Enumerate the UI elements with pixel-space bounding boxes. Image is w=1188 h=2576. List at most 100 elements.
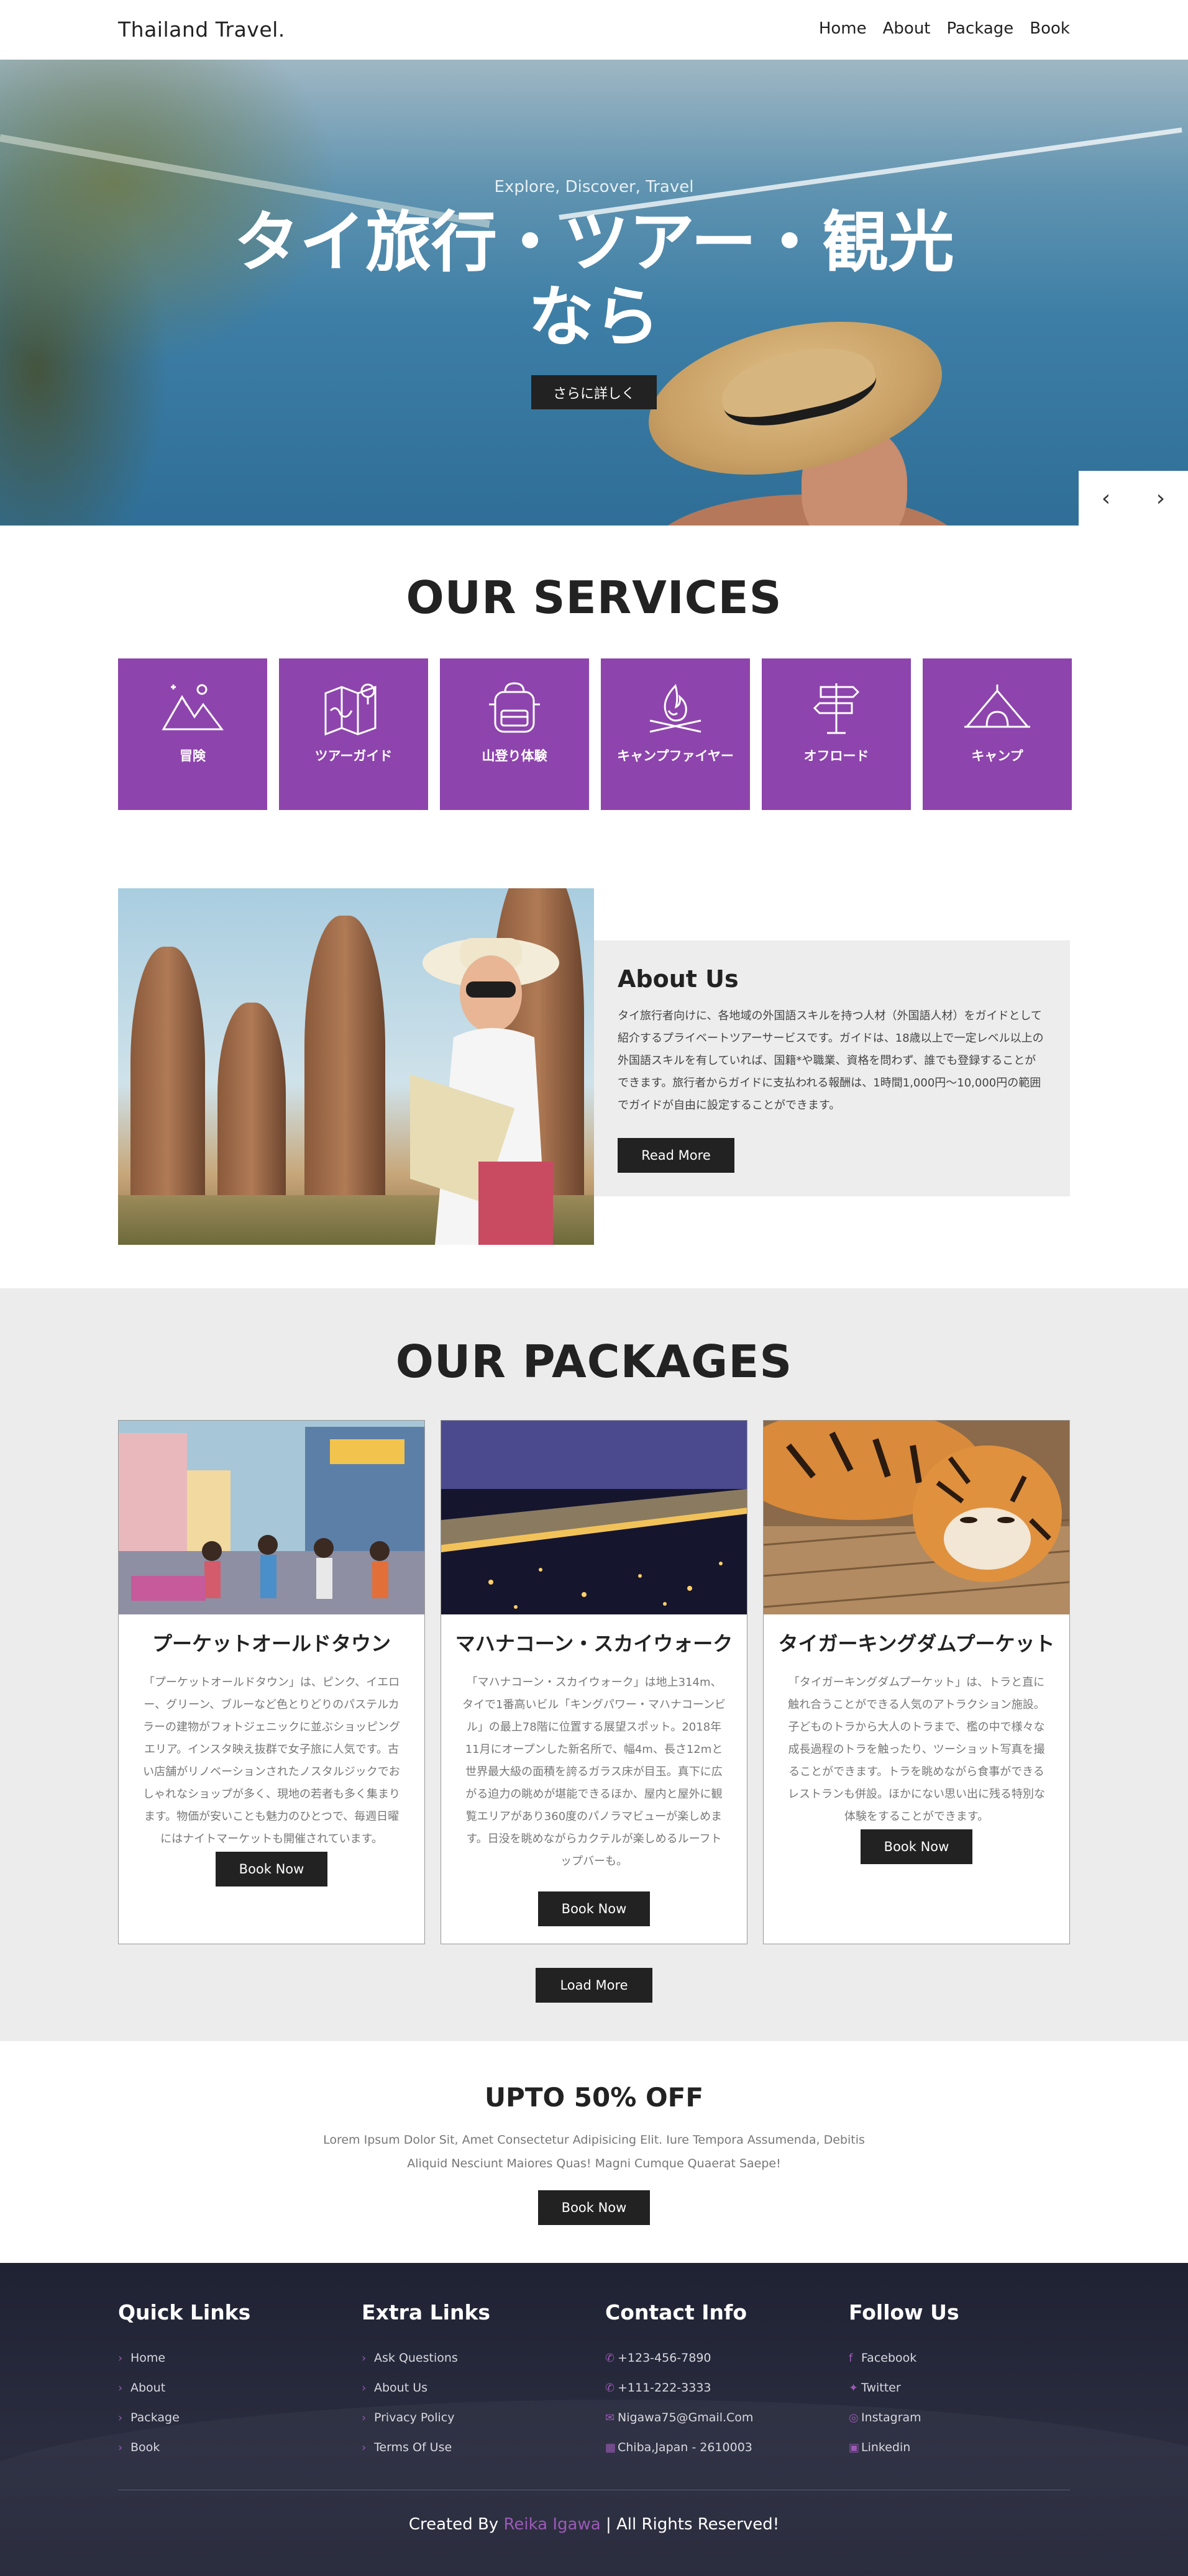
package-card-mahanakhon-skywalk: マハナコーン・スカイウォーク 「マハナコーン・スカイウォーク」は地上314m、タ… xyxy=(441,1420,747,1944)
social-label: Linkedin xyxy=(861,2441,911,2454)
about-heading: About Us xyxy=(618,965,739,993)
contact-text: +111-222-3333 xyxy=(618,2381,711,2395)
main-nav: Home About Package Book xyxy=(819,19,1070,38)
linkedin-icon: ▣ xyxy=(849,2441,860,2454)
footer-link-label: Package xyxy=(130,2411,180,2424)
package-description: 「プーケットオールドタウン」は、ピンク、イエロー、グリーン、ブルーなど色とりどり… xyxy=(143,1676,400,1846)
package-description: 「タイガーキングダムプーケット」は、トラと直に触れ合うことができる人気のアトラク… xyxy=(788,1676,1045,1823)
social-label: Twitter xyxy=(861,2381,901,2395)
social-link-facebook[interactable]: f Facebook xyxy=(849,2343,1066,2373)
chevron-right-icon: › xyxy=(362,2381,367,2395)
hero-learn-more-button[interactable]: さらに詳しく xyxy=(531,375,657,409)
offer-heading: UPTO 50% OFF xyxy=(484,2082,704,2113)
contact-address[interactable]: ▦ Chiba,Japan - 2610003 xyxy=(605,2433,823,2462)
nav-link-home[interactable]: Home xyxy=(819,19,867,38)
hero-subtitle: Explore, Discover, Travel xyxy=(494,178,694,196)
footer-link-package[interactable]: › Package xyxy=(118,2403,336,2433)
footer-link-label: Home xyxy=(130,2351,166,2365)
map-icon: ▦ xyxy=(605,2441,616,2454)
footer-link-book[interactable]: › Book xyxy=(118,2433,336,2462)
nav-link-book[interactable]: Book xyxy=(1030,19,1070,38)
slider-prev-button[interactable]: ‹ xyxy=(1079,471,1133,526)
hero-title: タイ旅行・ツアー・観光なら xyxy=(234,204,954,355)
contact-text: Nigawa75@Gmail.Com xyxy=(618,2411,754,2424)
envelope-icon: ✉ xyxy=(605,2411,615,2424)
social-link-linkedin[interactable]: ▣ Linkedin xyxy=(849,2433,1066,2462)
packages-heading: OUR PACKAGES xyxy=(395,1336,793,1388)
about-description: タイ旅行者向けに、各地域の外国語スキルを持つ人材（外国語人材）をガイドとして紹介… xyxy=(618,1009,1044,1112)
twitter-icon: ✦ xyxy=(849,2381,859,2395)
book-now-button[interactable]: Book Now xyxy=(538,1891,650,1926)
chevron-right-icon: › xyxy=(362,2351,367,2365)
credit-author-link[interactable]: Reika Igawa xyxy=(503,2515,600,2534)
footer-heading: Extra Links xyxy=(362,2300,491,2324)
site-logo[interactable]: Thailand Travel. xyxy=(118,17,285,42)
social-link-twitter[interactable]: ✦ Twitter xyxy=(849,2373,1066,2403)
traveler-photo xyxy=(410,938,559,1245)
chevron-right-icon: › xyxy=(362,2411,367,2424)
service-card-camp[interactable]: キャンプ xyxy=(923,658,1072,810)
service-card-hiking[interactable]: 山登り体験 xyxy=(440,658,589,810)
book-now-button[interactable]: Book Now xyxy=(216,1852,327,1886)
facebook-icon: f xyxy=(849,2351,853,2365)
footer-link-about[interactable]: › About xyxy=(118,2373,336,2403)
offer-book-now-button[interactable]: Book Now xyxy=(538,2190,650,2225)
instagram-icon: ◎ xyxy=(849,2411,859,2424)
footer-link-label: About xyxy=(130,2381,166,2395)
book-now-button[interactable]: Book Now xyxy=(861,1829,972,1864)
nav-link-package[interactable]: Package xyxy=(947,19,1014,38)
package-description: 「マハナコーン・スカイウォーク」は地上314m、タイで1番高いビル「キングパワー… xyxy=(462,1676,726,1868)
packages-section: OUR PACKAGES プーケットオールドタウン 「プーケットオールドタウン」… xyxy=(0,1288,1188,2041)
footer-link-ask-questions[interactable]: › Ask Questions xyxy=(362,2343,579,2373)
load-more-button[interactable]: Load More xyxy=(536,1968,652,2003)
social-label: Instagram xyxy=(861,2411,921,2424)
contact-email[interactable]: ✉ Nigawa75@Gmail.Com xyxy=(605,2403,823,2433)
footer-heading: Quick Links xyxy=(118,2300,251,2324)
chevron-right-icon: › xyxy=(362,2441,367,2454)
service-card-campfire[interactable]: キャンプファイヤー xyxy=(601,658,750,810)
chevron-right-icon: › xyxy=(118,2381,123,2395)
map-icon xyxy=(324,683,377,735)
about-panel: About Us タイ旅行者向けに、各地域の外国語スキルを持つ人材（外国語人材）… xyxy=(594,940,1070,1196)
credit-prefix: Created By xyxy=(408,2515,499,2534)
footer-link-label: Terms Of Use xyxy=(374,2441,452,2454)
service-label: 山登り体験 xyxy=(482,749,547,763)
footer-credit: Created By Reika Igawa | All Rights Rese… xyxy=(0,2515,1188,2534)
service-card-offroad[interactable]: オフロード xyxy=(762,658,911,810)
contact-phone-2[interactable]: ✆ +111-222-3333 xyxy=(605,2373,823,2403)
contact-phone-1[interactable]: ✆ +123-456-7890 xyxy=(605,2343,823,2373)
slider-next-button[interactable]: › xyxy=(1133,471,1188,526)
footer-heading: Contact Info xyxy=(605,2300,747,2324)
temple-tower xyxy=(304,916,385,1208)
contact-text: +123-456-7890 xyxy=(618,2351,711,2365)
service-label: キャンプ xyxy=(971,749,1023,763)
nav-link-about[interactable]: About xyxy=(883,19,931,38)
package-title: タイガーキングダムプーケット xyxy=(778,1632,1055,1655)
footer-link-privacy-policy[interactable]: › Privacy Policy xyxy=(362,2403,579,2433)
backpack-icon xyxy=(489,682,540,733)
temple-tower xyxy=(130,947,205,1208)
footer-contact-info: Contact Info ✆ +123-456-7890 ✆ +111-222-33… xyxy=(605,2300,823,2462)
signpost-icon xyxy=(813,683,860,734)
site-header: Thailand Travel. Home About Package Book xyxy=(0,0,1188,60)
footer-link-label: About Us xyxy=(374,2381,428,2395)
service-card-adventure[interactable]: 冒険 xyxy=(118,658,267,810)
social-link-instagram[interactable]: ◎ Instagram xyxy=(849,2403,1066,2433)
service-card-tour-guide[interactable]: ツアーガイド xyxy=(279,658,428,810)
hero-banner: Explore, Discover, Travel タイ旅行・ツアー・観光なら … xyxy=(0,60,1188,526)
footer-link-home[interactable]: › Home xyxy=(118,2343,336,2373)
package-title: プーケットオールドタウン xyxy=(152,1632,391,1655)
chevron-right-icon: › xyxy=(118,2411,123,2424)
phone-icon: ✆ xyxy=(605,2381,615,2395)
phone-icon: ✆ xyxy=(605,2351,615,2365)
slider-controls: ‹ › xyxy=(1079,471,1188,526)
footer-link-terms-of-use[interactable]: › Terms Of Use xyxy=(362,2433,579,2462)
site-footer: Quick Links › Home › About › Package › Book … xyxy=(0,2263,1188,2576)
chevron-right-icon: › xyxy=(118,2351,123,2365)
read-more-button[interactable]: Read More xyxy=(618,1138,734,1173)
mountain-icon xyxy=(162,684,224,730)
footer-link-about-us[interactable]: › About Us xyxy=(362,2373,579,2403)
tent-icon xyxy=(964,685,1030,728)
package-card-tiger-kingdom: タイガーキングダムプーケット 「タイガーキングダムプーケット」は、トラと直に触れ… xyxy=(763,1420,1070,1944)
social-label: Facebook xyxy=(861,2351,917,2365)
